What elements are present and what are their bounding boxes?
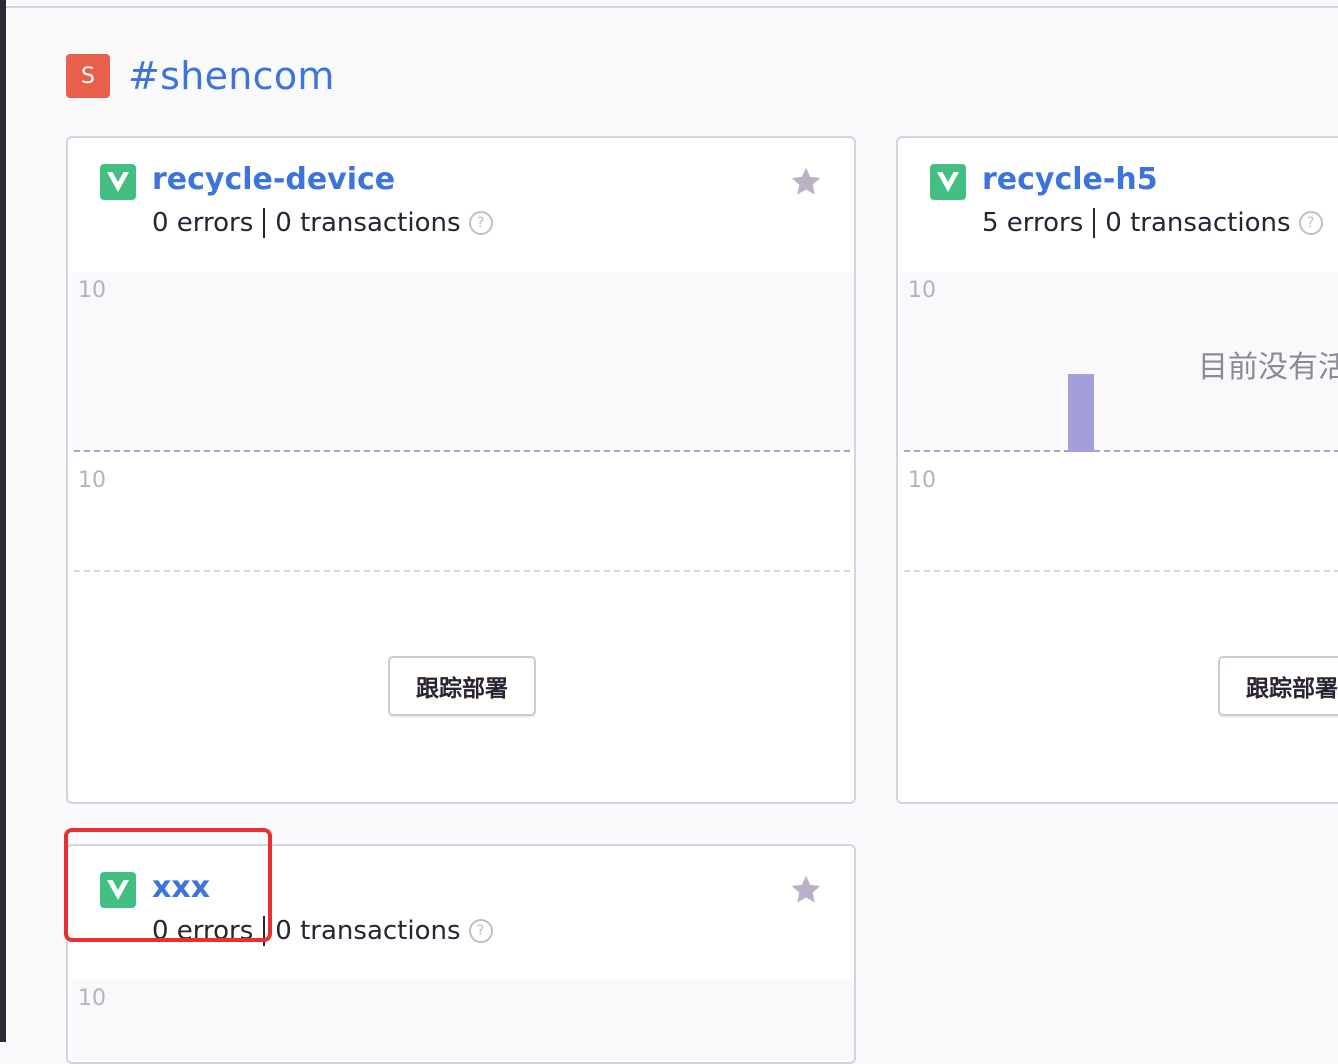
project-card-header: recycle-device 0 errors 0 transactions ?	[68, 138, 854, 272]
project-card-recycle-device: recycle-device 0 errors 0 transactions ?…	[66, 136, 856, 804]
stats-separator	[263, 208, 266, 238]
y-axis-label: 10	[78, 468, 106, 493]
chart-baseline	[74, 570, 850, 572]
vue-icon	[930, 164, 966, 200]
y-axis-label: 10	[908, 278, 936, 303]
no-activity-message: 目前没有活	[1198, 350, 1338, 385]
team-header: S #shencom	[66, 54, 335, 98]
header-divider	[6, 6, 1338, 8]
y-axis-label: 10	[908, 468, 936, 493]
project-stats: 5 errors 0 transactions ?	[982, 208, 1323, 238]
transactions-chart: 10	[902, 452, 1338, 572]
chart-baseline	[904, 570, 1338, 572]
vue-icon	[100, 164, 136, 200]
y-axis-label: 10	[78, 278, 106, 303]
highlight-annotation	[64, 828, 272, 942]
project-stats: 0 errors 0 transactions ?	[152, 208, 493, 238]
errors-count[interactable]: 5 errors	[982, 208, 1083, 238]
question-circle-icon[interactable]: ?	[468, 919, 493, 943]
transactions-count[interactable]: 0 transactions	[1105, 208, 1290, 238]
question-circle-icon[interactable]: ?	[468, 211, 493, 235]
star-icon[interactable]	[788, 872, 824, 908]
team-name[interactable]: #shencom	[128, 54, 335, 98]
transactions-chart: 10	[72, 452, 854, 572]
transactions-count[interactable]: 0 transactions	[275, 916, 460, 946]
stats-separator	[1093, 208, 1096, 238]
errors-chart: 10	[72, 272, 854, 452]
track-deploys-button[interactable]: 跟踪部署	[388, 656, 536, 716]
project-card-header: recycle-h5 5 errors 0 transactions ?	[898, 138, 1338, 272]
y-axis-label: 10	[78, 986, 106, 1011]
errors-count[interactable]: 0 errors	[152, 208, 253, 238]
project-name-link[interactable]: recycle-device	[152, 162, 395, 197]
question-circle-icon[interactable]: ?	[1298, 211, 1323, 235]
sidebar-edge	[0, 0, 6, 1042]
track-deploys-button[interactable]: 跟踪部署	[1218, 656, 1338, 716]
errors-chart: 10 目前没有活	[902, 272, 1338, 452]
star-icon[interactable]	[788, 164, 824, 200]
project-card-recycle-h5: recycle-h5 5 errors 0 transactions ? 10 …	[896, 136, 1338, 804]
team-avatar[interactable]: S	[66, 54, 110, 98]
project-name-link[interactable]: recycle-h5	[982, 162, 1158, 197]
transactions-count[interactable]: 0 transactions	[275, 208, 460, 238]
chart-bar[interactable]	[1068, 374, 1094, 452]
errors-chart: 10	[72, 980, 854, 1060]
